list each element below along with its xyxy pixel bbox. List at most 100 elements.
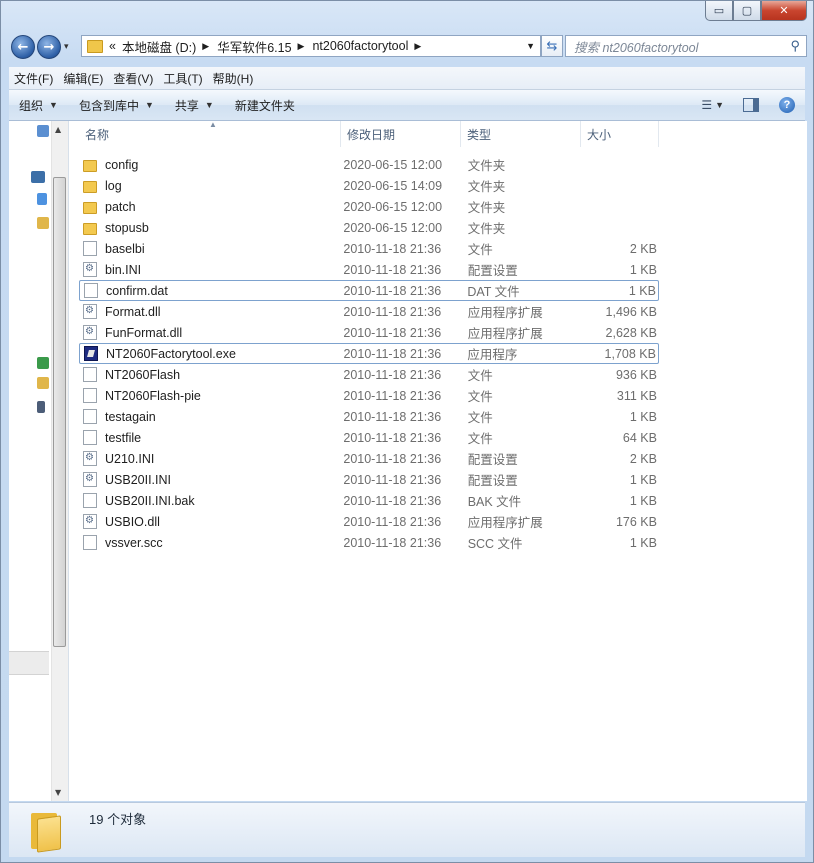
menu-view[interactable]: 查看(V) <box>108 70 158 87</box>
address-dropdown-icon[interactable]: ▼ <box>526 41 535 51</box>
search-icon[interactable]: ⚲ <box>790 38 800 54</box>
table-row[interactable]: bin.INI 2010-11-18 21:36 配置设置 1 KB <box>79 259 659 280</box>
refresh-icon: ⇆ <box>546 38 558 54</box>
file-name-cell[interactable]: patch <box>79 200 337 214</box>
column-header-type[interactable]: 类型 <box>461 121 581 147</box>
file-name-cell[interactable]: USB20II.INI <box>79 472 337 487</box>
table-row[interactable]: vssver.scc 2010-11-18 21:36 SCC 文件 1 KB <box>79 532 659 553</box>
file-type: 文件夹 <box>467 201 506 215</box>
menu-tools[interactable]: 工具(T) <box>158 70 207 87</box>
drive-icon[interactable] <box>37 401 45 413</box>
scroll-up-icon[interactable]: ▲ <box>55 125 61 134</box>
file-date: 2020-06-15 12:00 <box>343 157 443 172</box>
forward-button[interactable]: → <box>37 35 61 59</box>
table-row[interactable]: testfile 2010-11-18 21:36 文件 64 KB <box>79 427 659 448</box>
table-row[interactable]: FunFormat.dll 2010-11-18 21:36 应用程序扩展 2,628… <box>79 322 659 343</box>
include-in-library-button[interactable]: 包含到库中 ▼ <box>69 97 165 114</box>
file-name-cell[interactable]: NT2060Factorytool.exe <box>80 346 337 361</box>
menu-edit[interactable]: 编辑(E) <box>58 70 108 87</box>
file-size: 1,496 KB <box>605 304 657 319</box>
file-date: 2020-06-15 12:00 <box>343 220 443 235</box>
forward-arrow-icon: → <box>43 39 55 55</box>
table-row[interactable]: testagain 2010-11-18 21:36 文件 1 KB <box>79 406 659 427</box>
menu-help[interactable]: 帮助(H) <box>208 70 259 87</box>
table-row[interactable]: NT2060Factorytool.exe 2010-11-18 21:36 应用程… <box>79 343 659 364</box>
file-name-cell[interactable]: bin.INI <box>79 262 337 277</box>
breadcrumb-overflow[interactable]: « <box>109 39 116 53</box>
file-name-cell[interactable]: NT2060Flash <box>79 367 337 382</box>
nav-pane-scrollbar[interactable]: ▲ ▼ <box>51 121 68 801</box>
file-name-cell[interactable]: FunFormat.dll <box>79 325 337 340</box>
table-row[interactable]: patch 2020-06-15 12:00 文件夹 <box>79 196 659 217</box>
help-icon[interactable]: ? <box>779 97 795 113</box>
scroll-down-icon[interactable]: ▼ <box>55 788 61 797</box>
folder-icon[interactable] <box>37 377 49 389</box>
recent-pages-dropdown[interactable]: ▾ <box>64 42 69 52</box>
scrollbar-thumb[interactable] <box>53 177 66 647</box>
preview-pane-icon[interactable] <box>743 98 759 112</box>
change-view-button[interactable]: ☰ ▼ <box>701 98 727 112</box>
column-header-size[interactable]: 大小 <box>581 121 659 147</box>
breadcrumb-current[interactable]: nt2060factorytool <box>312 39 408 53</box>
file-name-cell[interactable]: log <box>79 179 337 193</box>
file-size: 1 KB <box>629 262 657 277</box>
favorites-icon[interactable] <box>37 125 49 137</box>
table-row[interactable]: NT2060Flash 2010-11-18 21:36 文件 936 KB <box>79 364 659 385</box>
file-type: 文件 <box>467 369 493 383</box>
table-row[interactable]: USB20II.INI.bak 2010-11-18 21:36 BAK 文件 1 K… <box>79 490 659 511</box>
table-row[interactable]: U210.INI 2010-11-18 21:36 配置设置 2 KB <box>79 448 659 469</box>
breadcrumb-drive[interactable]: 本地磁盘 (D:) <box>122 37 196 56</box>
file-name-cell[interactable]: testagain <box>79 409 337 424</box>
maximize-button[interactable]: ▢ <box>733 1 761 21</box>
minimize-button[interactable]: ▭ <box>705 1 733 21</box>
close-button[interactable]: ✕ <box>761 1 807 21</box>
search-input[interactable]: 搜索 nt2060factorytool ⚲ <box>565 35 807 57</box>
file-size: 1 KB <box>628 283 656 298</box>
file-date: 2020-06-15 12:00 <box>343 199 443 214</box>
file-type: 应用程序扩展 <box>467 327 543 341</box>
table-row[interactable]: stopusb 2020-06-15 12:00 文件夹 <box>79 217 659 238</box>
table-row[interactable]: NT2060Flash-pie 2010-11-18 21:36 文件 311 KB <box>79 385 659 406</box>
file-name-cell[interactable]: USBIO.dll <box>79 514 337 529</box>
organize-button[interactable]: 组织 ▼ <box>9 97 69 114</box>
file-name-cell[interactable]: config <box>79 158 337 172</box>
file-size: 2 KB <box>629 451 657 466</box>
network-icon[interactable] <box>37 357 49 369</box>
share-button[interactable]: 共享 ▼ <box>165 97 225 114</box>
table-row[interactable]: config 2020-06-15 12:00 文件夹 <box>79 154 659 175</box>
file-name-cell[interactable]: stopusb <box>79 221 337 235</box>
file-name-cell[interactable]: USB20II.INI.bak <box>79 493 337 508</box>
address-bar[interactable]: « 本地磁盘 (D:) ▶ 华军软件6.15 ▶ nt2060factoryto… <box>81 35 541 57</box>
breadcrumb-separator-icon[interactable]: ▶ <box>202 41 209 52</box>
table-row[interactable]: USB20II.INI 2010-11-18 21:36 配置设置 1 KB <box>79 469 659 490</box>
file-name-cell[interactable]: vssver.scc <box>79 535 337 550</box>
breadcrumb-separator-icon[interactable]: ▶ <box>298 41 305 52</box>
menu-file[interactable]: 文件(F) <box>9 70 58 87</box>
file-icon <box>83 367 97 382</box>
table-row[interactable]: USBIO.dll 2010-11-18 21:36 应用程序扩展 176 KB <box>79 511 659 532</box>
table-row[interactable]: baselbi 2010-11-18 21:36 文件 2 KB <box>79 238 659 259</box>
file-name-cell[interactable]: testfile <box>79 430 337 445</box>
table-row[interactable]: Format.dll 2010-11-18 21:36 应用程序扩展 1,496 KB <box>79 301 659 322</box>
computer-icon[interactable] <box>31 171 45 183</box>
file-type: SCC 文件 <box>467 537 523 551</box>
library-icon[interactable] <box>37 217 49 229</box>
breadcrumb-separator-icon[interactable]: ▶ <box>414 41 421 52</box>
file-name: testfile <box>105 430 142 445</box>
back-button[interactable]: ← <box>11 35 35 59</box>
file-name-cell[interactable]: baselbi <box>79 241 337 256</box>
file-name-cell[interactable]: confirm.dat <box>80 283 337 298</box>
breadcrumb-folder[interactable]: 华军软件6.15 <box>217 37 291 56</box>
file-name-cell[interactable]: U210.INI <box>79 451 337 466</box>
chevron-down-icon: ▼ <box>715 100 724 110</box>
table-row[interactable]: confirm.dat 2010-11-18 21:36 DAT 文件 1 KB <box>79 280 659 301</box>
refresh-button[interactable]: ⇆ <box>541 35 563 57</box>
table-row[interactable]: log 2020-06-15 14:09 文件夹 <box>79 175 659 196</box>
file-name-cell[interactable]: Format.dll <box>79 304 337 319</box>
cloud-icon[interactable] <box>37 193 47 205</box>
new-folder-button[interactable]: 新建文件夹 <box>225 97 303 114</box>
file-type: 应用程序扩展 <box>467 306 543 320</box>
file-name-cell[interactable]: NT2060Flash-pie <box>79 388 337 403</box>
column-header-date[interactable]: 修改日期 <box>341 121 461 147</box>
file-type: 配置设置 <box>467 264 518 278</box>
